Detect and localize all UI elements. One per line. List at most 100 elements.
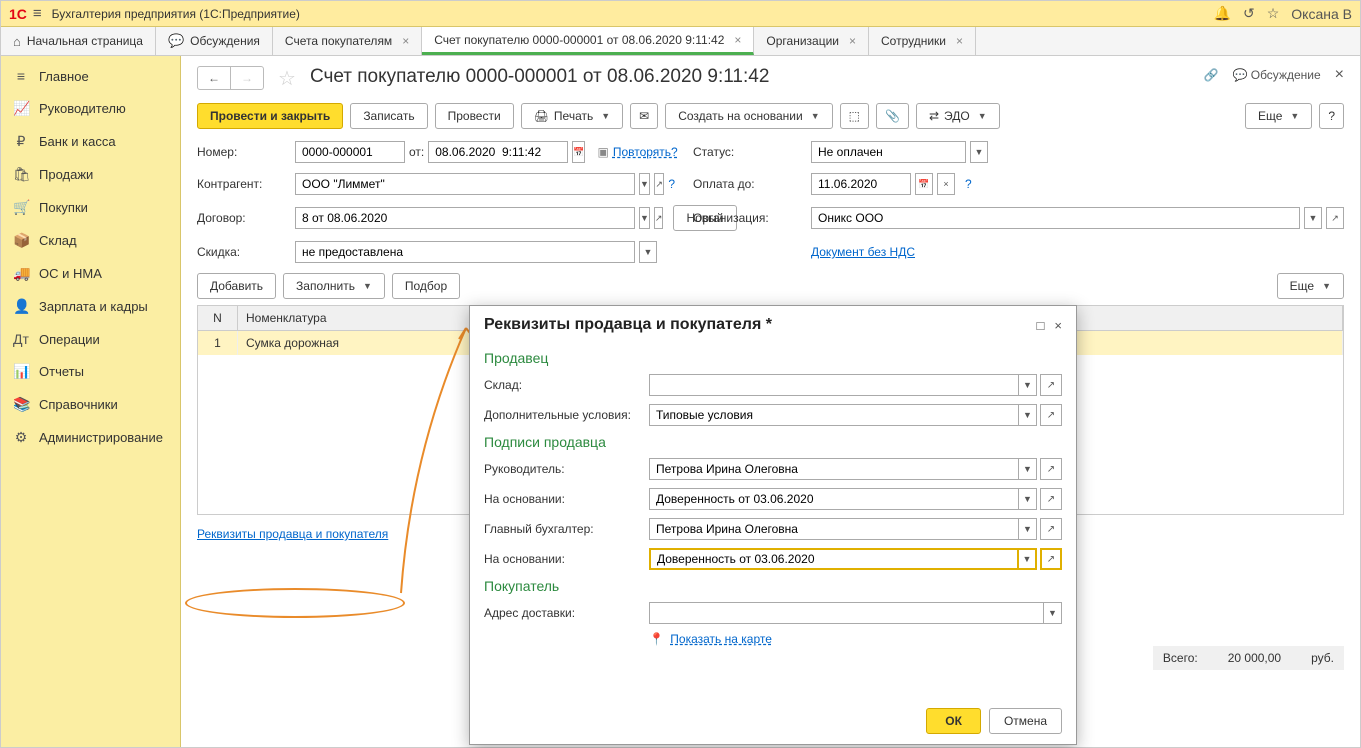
structure-button[interactable]: ⬚	[840, 103, 869, 129]
sidebar-item-0[interactable]: ≡Главное	[1, 60, 180, 92]
sidebar-item-9[interactable]: 📊Отчеты	[1, 355, 180, 388]
payby-calendar-icon[interactable]: 📅	[915, 173, 933, 195]
modal-cancel-button[interactable]: Отмена	[989, 708, 1062, 734]
payby-clear-icon[interactable]: ×	[937, 173, 955, 195]
post-and-close-button[interactable]: Провести и закрыть	[197, 103, 343, 129]
sidebar-item-10[interactable]: 📚Справочники	[1, 388, 180, 421]
user-name[interactable]: Оксана В	[1291, 6, 1352, 22]
accountant-open-icon[interactable]: ↗	[1040, 518, 1062, 540]
basis2-input[interactable]	[649, 548, 1019, 570]
org-input[interactable]	[811, 207, 1300, 229]
create-based-button[interactable]: Создать на основании▼	[665, 103, 832, 129]
contractor-dropdown-icon[interactable]: ▼	[639, 173, 650, 195]
seller-buyer-details-link[interactable]: Реквизиты продавца и покупателя	[197, 527, 388, 541]
history-icon[interactable]: ↺	[1243, 5, 1255, 22]
select-button[interactable]: Подбор	[392, 273, 460, 299]
tab-orgs[interactable]: Организации×	[754, 27, 869, 55]
fill-button[interactable]: Заполнить▼	[283, 273, 385, 299]
show-on-map-link[interactable]: Показать на карте	[670, 632, 772, 646]
calendar-icon[interactable]: 📅	[572, 141, 585, 163]
contract-input[interactable]	[295, 207, 635, 229]
conditions-dropdown-icon[interactable]: ▼	[1019, 404, 1037, 426]
tab-invoices[interactable]: Счета покупателям×	[273, 27, 422, 55]
tab-discussions[interactable]: 💬Обсуждения	[156, 27, 273, 55]
conditions-input[interactable]	[649, 404, 1019, 426]
modal-ok-button[interactable]: ОК	[926, 708, 981, 734]
discount-input[interactable]	[295, 241, 635, 263]
contract-open-icon[interactable]: ↗	[654, 207, 664, 229]
print-button[interactable]: 🖨 Печать▼	[521, 103, 623, 129]
edo-button[interactable]: ⇄ ЭДО▼	[916, 103, 1000, 129]
modal-close-icon[interactable]: ×	[1054, 318, 1062, 333]
accountant-dropdown-icon[interactable]: ▼	[1019, 518, 1037, 540]
help-button[interactable]: ?	[1319, 103, 1344, 129]
email-button[interactable]: ✉	[630, 103, 658, 129]
sidebar-item-7[interactable]: 👤Зарплата и кадры	[1, 290, 180, 323]
save-button[interactable]: Записать	[350, 103, 427, 129]
contractor-open-icon[interactable]: ↗	[654, 173, 664, 195]
link-icon[interactable]: 🔗	[1204, 68, 1219, 82]
repeat-link[interactable]: Повторять?	[613, 145, 678, 159]
back-button[interactable]: ←	[198, 67, 231, 89]
accountant-input[interactable]	[649, 518, 1019, 540]
conditions-open-icon[interactable]: ↗	[1040, 404, 1062, 426]
org-dropdown-icon[interactable]: ▼	[1304, 207, 1322, 229]
basis1-dropdown-icon[interactable]: ▼	[1019, 488, 1037, 510]
discount-dropdown-icon[interactable]: ▼	[639, 241, 657, 263]
discussion-link[interactable]: 💬 Обсуждение	[1232, 68, 1320, 82]
contract-dropdown-icon[interactable]: ▼	[639, 207, 650, 229]
basis2-dropdown-icon[interactable]: ▼	[1019, 548, 1037, 570]
contractor-help-icon[interactable]: ?	[668, 177, 675, 191]
status-dropdown-icon[interactable]: ▼	[970, 141, 988, 163]
date-input[interactable]	[428, 141, 568, 163]
tab-current-doc[interactable]: Счет покупателю 0000-000001 от 08.06.202…	[422, 27, 754, 55]
table-more-button[interactable]: Еще▼	[1277, 273, 1344, 299]
sidebar-item-3[interactable]: 🛍Продажи	[1, 158, 180, 191]
tab-employees[interactable]: Сотрудники×	[869, 27, 976, 55]
number-input[interactable]	[295, 141, 405, 163]
tab-home[interactable]: ⌂Начальная страница	[1, 27, 156, 55]
sidebar-item-11[interactable]: ⚙Администрирование	[1, 421, 180, 454]
basis1-open-icon[interactable]: ↗	[1040, 488, 1062, 510]
star-icon[interactable]: ☆	[1267, 5, 1280, 22]
nds-link[interactable]: Документ без НДС	[811, 245, 915, 259]
warehouse-dropdown-icon[interactable]: ▼	[1019, 374, 1037, 396]
sidebar-item-6[interactable]: 🚚ОС и НМА	[1, 257, 180, 290]
close-doc-button[interactable]: ×	[1335, 66, 1344, 84]
close-icon[interactable]: ×	[734, 33, 741, 47]
close-icon[interactable]: ×	[849, 34, 856, 48]
basis2-open-icon[interactable]: ↗	[1040, 548, 1062, 570]
sidebar-item-8[interactable]: ДтОперации	[1, 323, 180, 355]
address-input[interactable]	[649, 602, 1044, 624]
sidebar-item-5[interactable]: 📦Склад	[1, 224, 180, 257]
sidebar-item-4[interactable]: 🛒Покупки	[1, 191, 180, 224]
menu-icon[interactable]: ≡	[33, 5, 42, 22]
manager-dropdown-icon[interactable]: ▼	[1019, 458, 1037, 480]
close-icon[interactable]: ×	[402, 34, 409, 48]
modal-maximize-icon[interactable]: □	[1037, 318, 1045, 333]
post-button[interactable]: Провести	[435, 103, 514, 129]
forward-button[interactable]: →	[231, 67, 263, 89]
sidebar-item-1[interactable]: 📈Руководителю	[1, 92, 180, 125]
total-currency: руб.	[1311, 651, 1334, 665]
close-icon[interactable]: ×	[956, 34, 963, 48]
sidebar-item-2[interactable]: ₽Банк и касса	[1, 125, 180, 158]
payby-help-icon[interactable]: ?	[965, 177, 972, 191]
manager-open-icon[interactable]: ↗	[1040, 458, 1062, 480]
bell-icon[interactable]: 🔔	[1214, 5, 1231, 22]
attach-button[interactable]: 📎	[876, 103, 909, 129]
contractor-label: Контрагент:	[197, 177, 277, 191]
org-open-icon[interactable]: ↗	[1326, 207, 1344, 229]
payby-input[interactable]	[811, 173, 911, 195]
sidebar-label: Зарплата и кадры	[39, 299, 148, 314]
status-input[interactable]	[811, 141, 966, 163]
manager-input[interactable]	[649, 458, 1019, 480]
warehouse-open-icon[interactable]: ↗	[1040, 374, 1062, 396]
basis1-input[interactable]	[649, 488, 1019, 510]
add-row-button[interactable]: Добавить	[197, 273, 276, 299]
more-button[interactable]: Еще▼	[1245, 103, 1312, 129]
address-dropdown-icon[interactable]: ▼	[1044, 602, 1062, 624]
warehouse-input[interactable]	[649, 374, 1019, 396]
contractor-input[interactable]	[295, 173, 635, 195]
favorite-star-icon[interactable]: ☆	[278, 66, 296, 91]
